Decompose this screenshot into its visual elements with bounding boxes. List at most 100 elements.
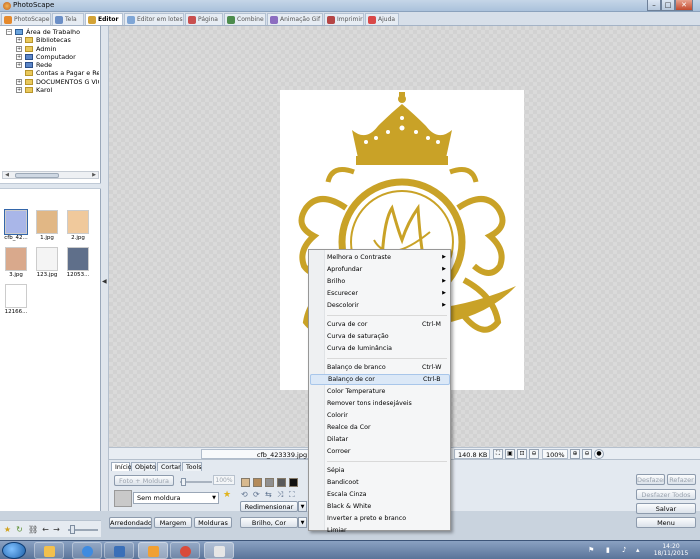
tray-network-icon[interactable]: ▮: [606, 546, 610, 554]
start-button[interactable]: [2, 542, 26, 559]
editor-tab-objeto[interactable]: Objeto: [131, 462, 156, 471]
thumbnail[interactable]: 123.jpg: [33, 247, 61, 280]
brush-tone-4-icon[interactable]: [277, 478, 286, 487]
menu-item[interactable]: Brilho ▶: [310, 276, 450, 287]
back-arrow-icon[interactable]: ←: [41, 525, 50, 534]
scrollbar-thumb[interactable]: [15, 173, 59, 178]
brush-tone-5-icon[interactable]: [289, 478, 298, 487]
menu-item[interactable]: Curva de saturação: [310, 331, 450, 342]
menu-item[interactable]: Melhora o Contraste ▶: [310, 252, 450, 263]
menu-item[interactable]: Bandicoot: [310, 477, 450, 488]
tree-item[interactable]: + Bibliotecas: [2, 36, 99, 44]
tab-p-gina[interactable]: Página: [185, 13, 223, 25]
thumbnail[interactable]: 1.jpg: [33, 210, 61, 243]
tray-flag-icon[interactable]: ⚑: [588, 546, 594, 554]
info-icon[interactable]: ●: [594, 449, 604, 459]
thumbnail-size-knob[interactable]: [70, 525, 75, 534]
forward-arrow-icon[interactable]: →: [52, 525, 61, 534]
flip-icon[interactable]: ⇆: [265, 490, 274, 499]
brush-tone-3-icon[interactable]: [265, 478, 274, 487]
maximize-button[interactable]: □: [661, 0, 675, 11]
tab-tela[interactable]: Tela: [52, 13, 84, 25]
resize-dropdown-icon[interactable]: ▼: [298, 501, 307, 512]
menu-item[interactable]: Inverter a preto e branco: [310, 513, 450, 524]
thumbnail[interactable]: 3.jpg: [2, 247, 30, 280]
menu-item[interactable]: Dilatar: [310, 434, 450, 445]
menu-button[interactable]: Menu: [636, 517, 696, 528]
scroll-right-icon[interactable]: ▶: [90, 172, 98, 178]
menu-item[interactable]: Escurecer ▶: [310, 288, 450, 299]
taskbar-app[interactable]: [170, 542, 200, 559]
menu-item[interactable]: Sépia: [310, 465, 450, 476]
menu-item[interactable]: Curva de luminância: [310, 343, 450, 354]
tab-photoscape[interactable]: PhotoScape: [1, 13, 51, 25]
brightness-dropdown-icon[interactable]: ▼: [298, 517, 307, 528]
crop-auto-icon[interactable]: ⛶: [289, 490, 298, 499]
menu-item[interactable]: Balanço de branco Ctrl-W: [310, 362, 450, 373]
margin-button[interactable]: Margem: [154, 517, 192, 528]
menu-item[interactable]: Black & White: [310, 501, 450, 512]
brightness-color-button[interactable]: Brilho, Cor: [240, 517, 298, 528]
favorite-star-icon[interactable]: ★: [223, 490, 231, 500]
refresh-icon[interactable]: ↻: [15, 525, 24, 534]
tab-combine[interactable]: Combine: [224, 13, 266, 25]
collapse-node-icon[interactable]: −: [6, 29, 12, 35]
menu-item[interactable]: Corroer: [310, 446, 450, 457]
taskbar-app[interactable]: [138, 542, 168, 559]
menu-item[interactable]: Realce da Cor: [310, 422, 450, 433]
frame-slider-knob[interactable]: [181, 478, 186, 486]
menu-item[interactable]: Descolorir ▶: [310, 300, 450, 311]
menu-item[interactable]: Escala Cinza: [310, 489, 450, 500]
tree-item[interactable]: − Área de Trabalho: [2, 28, 99, 36]
thumbnail[interactable]: 12166...: [2, 284, 30, 317]
expand-node-icon[interactable]: +: [16, 37, 22, 44]
redo-button[interactable]: Refazer: [667, 474, 696, 485]
save-button[interactable]: Salvar: [636, 503, 696, 514]
menu-item[interactable]: Curva de cor Ctrl-M: [310, 319, 450, 330]
undo-button[interactable]: Desfazer: [636, 474, 665, 485]
undo-all-button[interactable]: Desfazer Todos: [636, 489, 696, 500]
editor-tab-cortar[interactable]: Cortar: [157, 462, 181, 471]
tree-item[interactable]: + DOCUMENTOS G VIC: [2, 78, 99, 86]
taskbar-app[interactable]: [34, 542, 64, 559]
frames-button[interactable]: Molduras: [194, 517, 232, 528]
collapse-panel-strip[interactable]: ◀: [101, 26, 109, 511]
straighten-icon[interactable]: ⤨: [277, 490, 286, 499]
tab-editor[interactable]: Editor: [85, 13, 123, 25]
clock[interactable]: 14:20 18/11/2015: [651, 543, 691, 557]
expand-node-icon[interactable]: +: [16, 45, 22, 52]
zoom-in-icon[interactable]: ⊕: [570, 449, 580, 459]
minimize-button[interactable]: –: [647, 0, 661, 11]
tree-item[interactable]: + Karol: [2, 86, 99, 94]
tab-imprimir[interactable]: Imprimir: [324, 13, 364, 25]
tab-editor-em-lotes[interactable]: Editor em lotes: [124, 13, 184, 25]
collapse-left-icon[interactable]: ◀: [102, 278, 107, 285]
thumbnail[interactable]: cfb_42...: [2, 209, 30, 243]
expand-node-icon[interactable]: +: [16, 53, 22, 60]
menu-item[interactable]: Color Temperature: [310, 386, 450, 397]
tab-ajuda[interactable]: Ajuda: [365, 13, 399, 25]
thumbnail[interactable]: 12053...: [64, 247, 92, 280]
tree-item[interactable]: Contas a Pagar e Rec: [2, 69, 99, 77]
menu-item[interactable]: Limiar: [310, 525, 450, 536]
menu-item[interactable]: Colorir: [310, 410, 450, 421]
thumbnail[interactable]: 2.jpg: [64, 210, 92, 243]
taskbar-app[interactable]: [104, 542, 134, 559]
tab-anima-o-gif[interactable]: Animação Gif: [267, 13, 323, 25]
round-corners-button[interactable]: Arredondado: [109, 517, 152, 528]
menu-item[interactable]: Aprofundar ▶: [310, 264, 450, 275]
tray-language-icon[interactable]: ▴: [636, 546, 640, 554]
favorite-star-icon[interactable]: ★: [3, 525, 12, 534]
tree-item[interactable]: + Admin: [2, 45, 99, 53]
link-icon[interactable]: ⛓: [28, 525, 38, 534]
close-button[interactable]: ✕: [675, 0, 693, 11]
zoom-out-icon[interactable]: ⊖: [529, 449, 539, 459]
menu-item[interactable]: Remover tons indesejáveis: [310, 398, 450, 409]
tree-item[interactable]: + Rede: [2, 61, 99, 69]
taskbar-app[interactable]: [204, 542, 234, 559]
editor-tab-início[interactable]: Início: [111, 462, 132, 471]
expand-node-icon[interactable]: +: [16, 87, 22, 94]
brush-tone-1-icon[interactable]: [241, 478, 250, 487]
rotate-right-icon[interactable]: ⟳: [253, 490, 262, 499]
tree-horizontal-scrollbar[interactable]: ◀ ▶: [2, 171, 99, 179]
